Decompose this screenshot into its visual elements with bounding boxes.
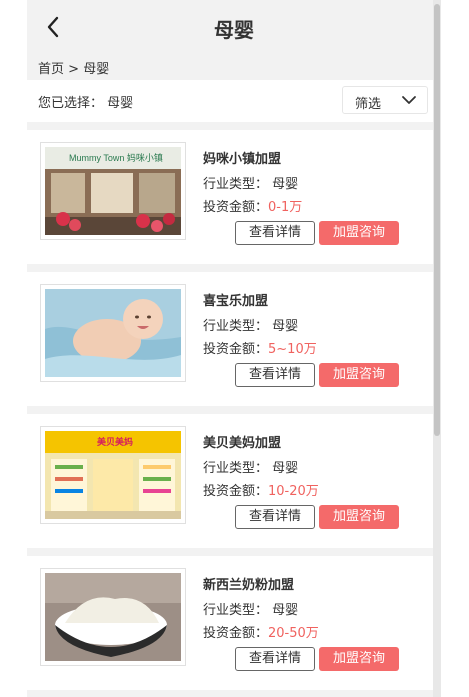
franchise-consult-button[interactable]: 加盟咨询	[319, 221, 399, 245]
industry-row: 行业类型： 母婴	[203, 457, 298, 476]
industry-label: 行业类型：	[203, 319, 269, 334]
industry-value: 母婴	[272, 603, 299, 618]
milk-powder-image[interactable]	[40, 568, 186, 666]
view-details-button[interactable]: 查看详情	[235, 363, 315, 387]
page-title: 母婴	[214, 18, 254, 42]
filter-bar: 您已选择： 母婴 筛选	[27, 80, 433, 122]
list-item[interactable]: 新西兰奶粉加盟 行业类型： 母婴 投资金额：20-50万 查看详情 加盟咨询	[27, 556, 433, 690]
view-details-button[interactable]: 查看详情	[235, 221, 315, 245]
investment-row: 投资金额：5~10万	[203, 338, 317, 357]
industry-row: 行业类型： 母婴	[203, 599, 298, 618]
investment-value: 0-1万	[268, 200, 303, 215]
breadcrumb-current: 母婴	[83, 62, 110, 77]
header: 母婴	[27, 0, 441, 54]
shop-interior-image[interactable]: 美贝美妈	[40, 426, 186, 524]
chevron-down-icon	[402, 96, 416, 104]
baby-photo-image[interactable]	[40, 284, 186, 382]
list-item[interactable]: 喜宝乐加盟 行业类型： 母婴 投资金额：5~10万 查看详情 加盟咨询	[27, 272, 433, 406]
franchise-consult-button[interactable]: 加盟咨询	[319, 505, 399, 529]
industry-row: 行业类型： 母婴	[203, 173, 298, 192]
industry-value: 母婴	[272, 177, 299, 192]
selected-filter: 您已选择： 母婴	[38, 92, 133, 111]
breadcrumb-home[interactable]: 首页	[38, 62, 64, 77]
investment-label: 投资金额：	[203, 626, 269, 641]
investment-value: 10-20万	[268, 484, 319, 499]
view-details-button[interactable]: 查看详情	[235, 505, 315, 529]
investment-label: 投资金额：	[203, 342, 269, 357]
view-details-button[interactable]: 查看详情	[235, 647, 315, 671]
filter-button-label: 筛选	[355, 97, 382, 112]
shop-sign: 美贝美妈	[97, 436, 133, 448]
investment-label: 投资金额：	[203, 484, 269, 499]
scrollbar-thumb[interactable]	[434, 4, 440, 436]
industry-value: 母婴	[272, 461, 299, 476]
selected-value: 母婴	[107, 96, 134, 111]
investment-value: 5~10万	[268, 342, 317, 357]
industry-label: 行业类型：	[203, 461, 269, 476]
store-sign: Mummy Town 妈咪小镇	[69, 152, 163, 163]
franchise-consult-button[interactable]: 加盟咨询	[319, 647, 399, 671]
breadcrumb-separator: >	[68, 62, 80, 77]
item-name[interactable]: 妈咪小镇加盟	[203, 148, 281, 167]
investment-row: 投资金额：20-50万	[203, 622, 319, 641]
investment-label: 投资金额：	[203, 200, 269, 215]
filter-button[interactable]: 筛选	[342, 86, 428, 114]
selected-label: 您已选择：	[38, 96, 104, 111]
app-frame: 母婴 首页 > 母婴 您已选择： 母婴 筛选 Mummy Town 妈咪小镇 妈…	[27, 0, 441, 697]
investment-row: 投资金额：10-20万	[203, 480, 319, 499]
scrollbar[interactable]	[433, 0, 441, 697]
industry-value: 母婴	[272, 319, 299, 334]
breadcrumb: 首页 > 母婴	[38, 58, 109, 77]
industry-label: 行业类型：	[203, 603, 269, 618]
item-name[interactable]: 美贝美妈加盟	[203, 432, 281, 451]
item-name[interactable]: 新西兰奶粉加盟	[203, 574, 294, 593]
item-name[interactable]: 喜宝乐加盟	[203, 290, 268, 309]
industry-row: 行业类型： 母婴	[203, 315, 298, 334]
store-front-image[interactable]: Mummy Town 妈咪小镇	[40, 142, 186, 240]
list-item[interactable]: 美贝美妈 美贝美妈加盟 行业类型： 母婴 投资金额：10-20万 查看详情 加盟…	[27, 414, 433, 548]
list-item[interactable]: Mummy Town 妈咪小镇 妈咪小镇加盟 行业类型： 母婴 投资金额：0-1…	[27, 130, 433, 264]
industry-label: 行业类型：	[203, 177, 269, 192]
investment-value: 20-50万	[268, 626, 319, 641]
franchise-consult-button[interactable]: 加盟咨询	[319, 363, 399, 387]
investment-row: 投资金额：0-1万	[203, 196, 302, 215]
